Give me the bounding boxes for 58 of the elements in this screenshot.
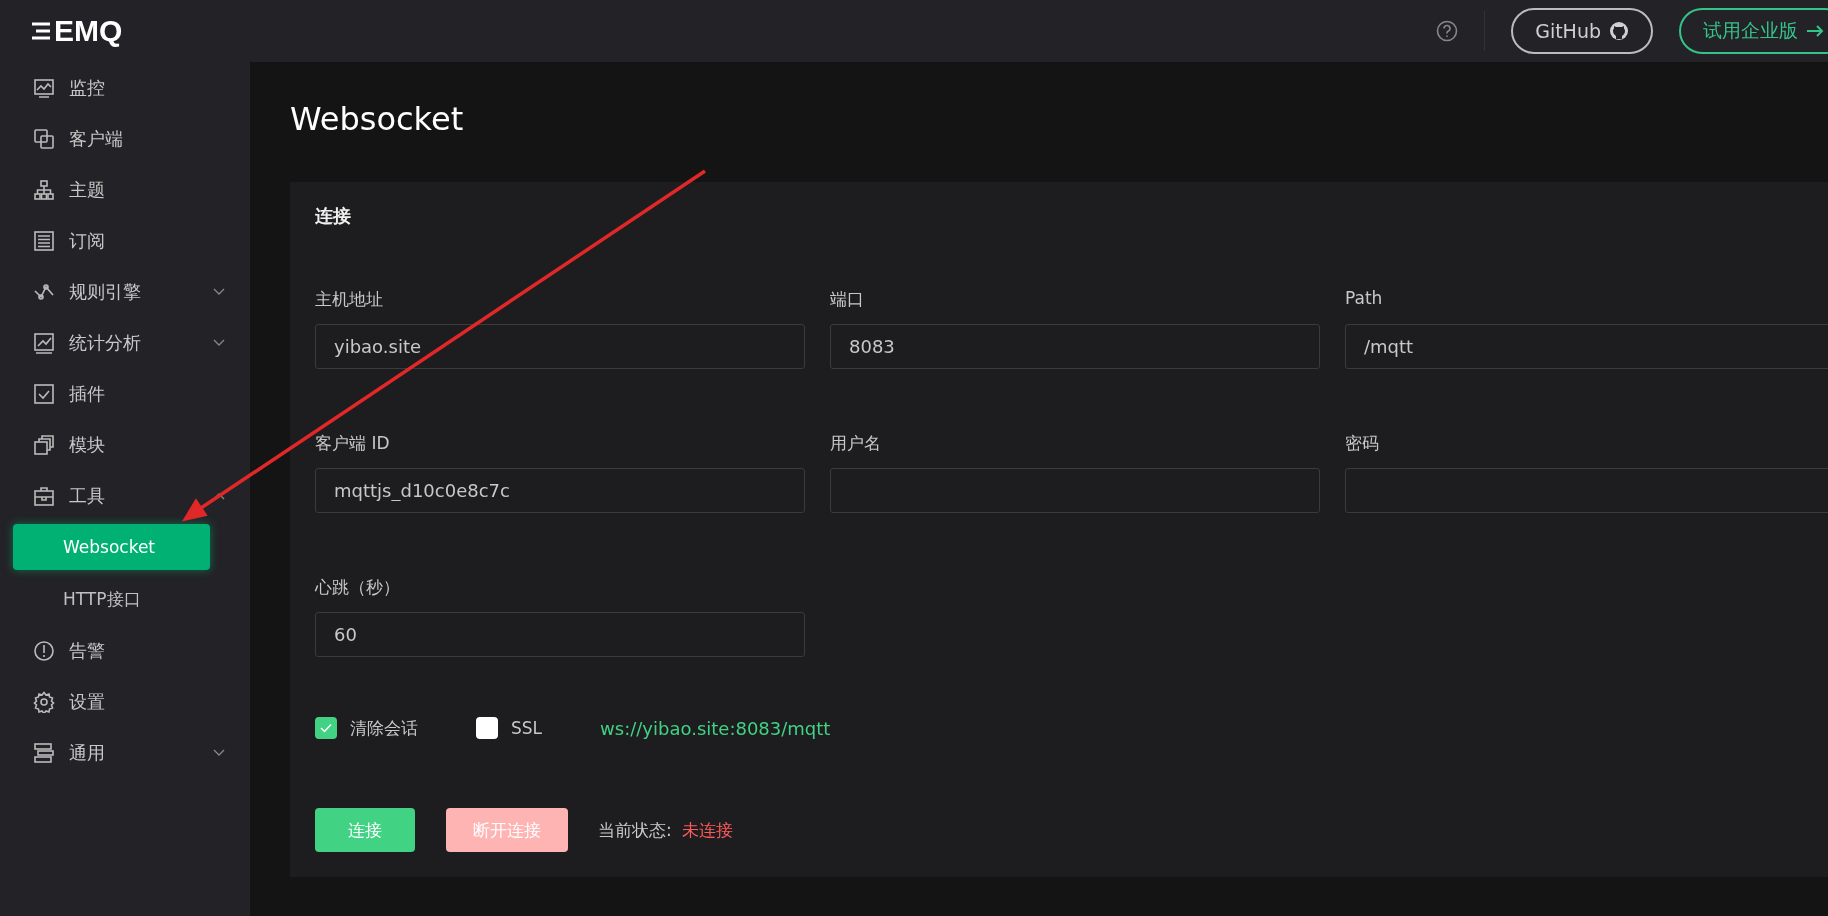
help-icon[interactable] xyxy=(1436,20,1459,42)
cat-logo-icon xyxy=(1609,21,1629,41)
input-field[interactable]: mqttjs_d10c0e8c7c xyxy=(315,468,805,513)
submenu-item[interactable]: HTTP接口 xyxy=(13,576,210,622)
field-label: 密码 xyxy=(1345,432,1380,455)
sidebar-item[interactable]: 规则引擎 xyxy=(0,266,250,317)
checkbox-label: 清除会话 xyxy=(350,716,418,740)
page-title: Websocket xyxy=(289,99,465,140)
sidebar-item[interactable]: 通用 xyxy=(0,727,250,778)
card-title: 连接 xyxy=(315,204,352,228)
sidebar-item[interactable]: 订阅 xyxy=(0,215,250,266)
checkbox-icon xyxy=(33,382,55,405)
connection-url: ws://yibao.site:8083/mqtt xyxy=(600,717,831,739)
alert-icon xyxy=(33,639,55,662)
sidebar-item[interactable]: 工具 xyxy=(0,470,250,521)
field-label: 主机地址 xyxy=(315,288,384,311)
logo: EMQ xyxy=(0,0,250,62)
field-label: 客户端 ID xyxy=(315,432,391,455)
input-field[interactable]: /mqtt xyxy=(1345,324,1828,369)
input-field[interactable] xyxy=(1345,468,1828,513)
chevron-icon xyxy=(213,287,225,296)
sidebar-item[interactable]: 设置 xyxy=(0,676,250,727)
field-label: Path xyxy=(1345,288,1384,310)
checkmark-icon xyxy=(320,723,332,733)
sidebar-item[interactable]: 统计分析 xyxy=(0,317,250,368)
checkbox-label: SSL xyxy=(511,718,543,738)
copy-icon xyxy=(33,433,55,456)
chevron-icon xyxy=(213,338,225,347)
settings-icon xyxy=(33,690,55,713)
sidebar-item[interactable]: 模块 xyxy=(0,419,250,470)
sidebar-item[interactable]: 插件 xyxy=(0,368,250,419)
arrow-right-icon xyxy=(1806,24,1824,38)
status-value: 未连接 xyxy=(681,819,733,840)
chart-icon xyxy=(33,76,55,99)
trend-icon xyxy=(33,331,55,354)
toolbox-icon xyxy=(33,484,55,507)
sidebar-item[interactable]: 主题 xyxy=(0,164,250,215)
field-label: 心跳（秒） xyxy=(315,576,401,599)
hierarchy-icon xyxy=(33,178,55,201)
list-icon xyxy=(33,229,55,252)
trial-button[interactable]: 试用企业版 xyxy=(1679,8,1828,54)
input-field[interactable] xyxy=(830,468,1320,513)
menu-bars-icon xyxy=(30,21,52,41)
input-field[interactable]: yibao.site xyxy=(315,324,805,369)
input-field[interactable]: 60 xyxy=(315,612,805,657)
sidebar-item[interactable]: 告警 xyxy=(0,625,250,676)
checkbox[interactable] xyxy=(315,717,337,739)
checkbox[interactable] xyxy=(476,717,498,739)
field-label: 用户名 xyxy=(830,432,882,455)
github-button[interactable]: GitHub xyxy=(1511,8,1653,54)
field-label: 端口 xyxy=(830,288,865,311)
chevron-icon xyxy=(213,748,225,757)
sidebar-item[interactable]: 客户端 xyxy=(0,113,250,164)
status-label: 当前状态: xyxy=(598,819,672,840)
sidebar-item[interactable]: 监控 xyxy=(0,62,250,113)
layers-icon xyxy=(33,741,55,764)
devices-icon xyxy=(33,127,55,150)
input-field[interactable]: 8083 xyxy=(830,324,1320,369)
